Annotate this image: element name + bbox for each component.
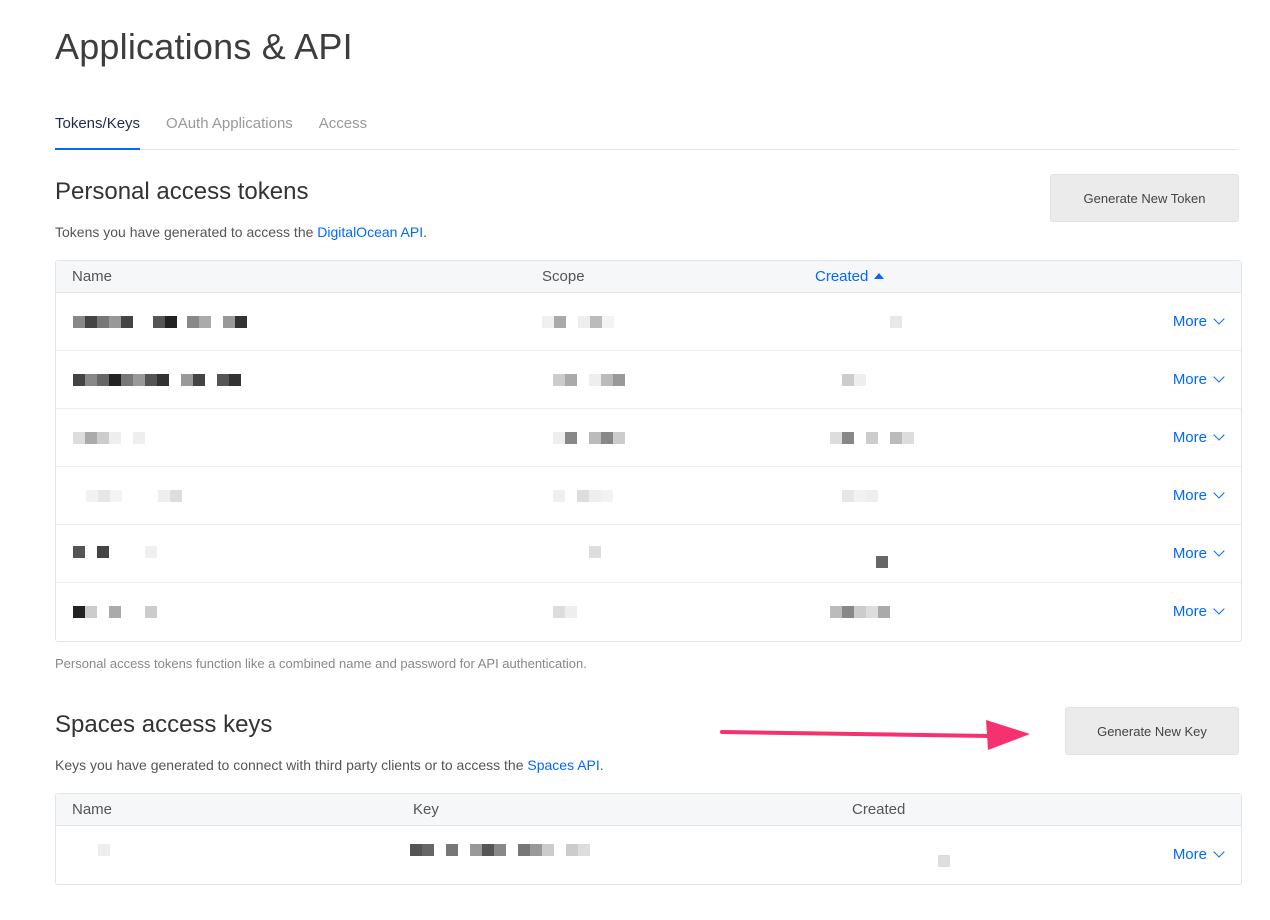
redacted-token-scope	[589, 545, 601, 558]
column-header-scope[interactable]: Scope	[542, 268, 585, 285]
more-menu-button[interactable]: More	[1173, 313, 1225, 330]
sort-ascending-icon	[874, 273, 885, 279]
redacted-token-created	[876, 555, 888, 568]
tab-access[interactable]: Access	[319, 108, 367, 150]
column-header-name[interactable]: Name	[72, 268, 112, 285]
redacted-token-scope	[553, 431, 625, 444]
redacted-token-scope	[553, 605, 577, 618]
redacted-token-created	[830, 431, 914, 444]
redacted-key-name	[98, 843, 110, 856]
chevron-down-icon	[1213, 487, 1225, 499]
column-header-name: Name	[72, 801, 113, 818]
redacted-token-name	[73, 545, 157, 558]
spaces-table-header: Name Key Created	[56, 794, 1241, 826]
redacted-token-scope	[553, 373, 625, 386]
redacted-key-value	[410, 843, 590, 856]
redacted-token-name	[73, 431, 145, 444]
redacted-token-name	[73, 605, 157, 618]
table-row: More	[56, 467, 1241, 525]
table-row: More	[56, 583, 1241, 641]
tokens-table: Name Scope Created More More More More M…	[55, 260, 1242, 642]
generate-new-token-button[interactable]: Generate New Token	[1050, 174, 1239, 222]
spaces-keys-table: Name Key Created More	[55, 793, 1242, 885]
column-header-created: Created	[852, 801, 906, 818]
annotation-arrow-icon	[720, 720, 1030, 750]
column-header-key: Key	[413, 801, 439, 818]
tokens-section-description: Tokens you have generated to access the …	[55, 224, 428, 240]
page-title: Applications & API	[55, 26, 353, 67]
redacted-token-scope	[542, 315, 614, 328]
column-header-created[interactable]: Created	[815, 268, 885, 285]
tokens-footnote: Personal access tokens function like a c…	[55, 656, 587, 671]
table-row: More	[56, 826, 1241, 884]
table-row: More	[56, 351, 1241, 409]
chevron-down-icon	[1213, 429, 1225, 441]
tokens-section-title: Personal access tokens	[55, 178, 309, 205]
tab-bar: Tokens/Keys OAuth Applications Access	[55, 108, 1239, 150]
redacted-token-created	[830, 605, 890, 618]
more-menu-button[interactable]: More	[1173, 846, 1225, 863]
more-menu-button[interactable]: More	[1173, 545, 1225, 562]
chevron-down-icon	[1213, 603, 1225, 615]
tab-tokens-keys[interactable]: Tokens/Keys	[55, 108, 141, 150]
more-menu-button[interactable]: More	[1173, 371, 1225, 388]
redacted-token-created	[890, 315, 902, 328]
chevron-down-icon	[1213, 545, 1225, 557]
tab-oauth-applications[interactable]: OAuth Applications	[166, 108, 293, 150]
redacted-token-created	[842, 373, 866, 386]
redacted-token-name	[73, 373, 241, 386]
tokens-table-header: Name Scope Created	[56, 261, 1241, 293]
more-menu-button[interactable]: More	[1173, 603, 1225, 620]
digitalocean-api-link[interactable]: DigitalOcean API	[317, 224, 423, 240]
redacted-token-scope	[553, 489, 613, 502]
table-row: More	[56, 409, 1241, 467]
redacted-token-created	[842, 489, 878, 502]
chevron-down-icon	[1213, 313, 1225, 325]
redacted-key-created	[938, 854, 950, 867]
spaces-api-link[interactable]: Spaces API	[527, 757, 599, 773]
redacted-token-name	[86, 489, 182, 502]
more-menu-button[interactable]: More	[1173, 487, 1225, 504]
more-menu-button[interactable]: More	[1173, 429, 1225, 446]
spaces-section-title: Spaces access keys	[55, 711, 273, 738]
table-row: More	[56, 525, 1241, 583]
table-row: More	[56, 293, 1241, 351]
spaces-section-description: Keys you have generated to connect with …	[55, 757, 604, 773]
generate-new-key-button[interactable]: Generate New Key	[1065, 707, 1239, 755]
chevron-down-icon	[1213, 371, 1225, 383]
chevron-down-icon	[1213, 846, 1225, 858]
redacted-token-name	[73, 315, 247, 328]
